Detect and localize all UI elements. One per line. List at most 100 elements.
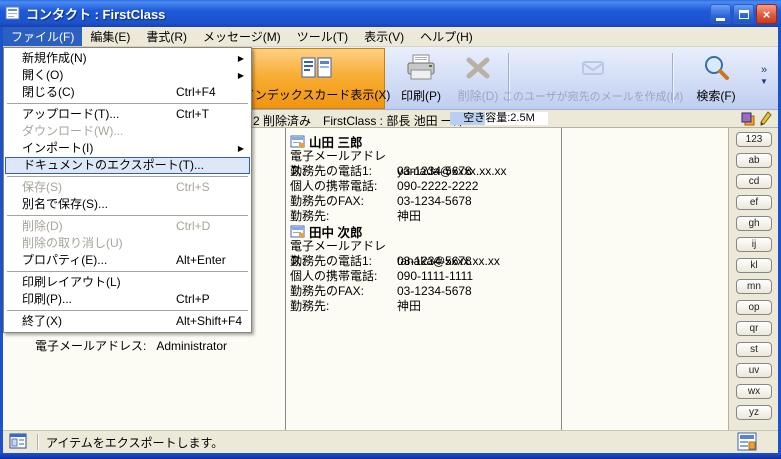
search-icon [702, 48, 730, 87]
field-label: 勤務先の電話1: [290, 164, 397, 179]
index-card-view-button[interactable]: インデックスカード表示(X) [248, 48, 385, 109]
contact-name: 田中 次郎 [309, 222, 362, 241]
menu-view[interactable]: 表示(V) [356, 27, 412, 46]
shortcut-label: Ctrl+P [176, 291, 210, 308]
menu-separator [7, 271, 248, 272]
file-menu-popup: 新規作成(N)▶ 開く(O)▶ 閉じる(C)Ctrl+F4 アップロード(T).… [3, 47, 252, 333]
status-message: アイテムをエクスポートします。 [46, 434, 223, 451]
delete-button: 削除(D) [450, 48, 506, 109]
menu-item-close[interactable]: 閉じる(C)Ctrl+F4 [4, 84, 251, 101]
submenu-arrow-icon: ▶ [238, 50, 244, 67]
index-tab-mn[interactable]: mn [736, 279, 772, 294]
status-bar: アイテムをエクスポートします。 [3, 430, 778, 453]
print-button[interactable]: 印刷(P) [392, 48, 450, 109]
card-view-statusbar-icon[interactable] [736, 431, 758, 455]
field-value: 03-1234-5678 [397, 254, 472, 268]
minimize-button[interactable] [710, 4, 731, 24]
window-title: コンタクト : FirstClass [26, 4, 165, 23]
index-tab-kl[interactable]: kl [736, 258, 772, 273]
index-tab-123[interactable]: 123 [736, 132, 772, 147]
shortcut-label: Alt+Enter [176, 252, 226, 269]
column-divider [285, 128, 286, 430]
toolbar-separator [672, 53, 673, 103]
menu-help[interactable]: ヘルプ(H) [412, 27, 481, 46]
field-value: 神田 [397, 299, 421, 313]
shortcut-label: Ctrl+D [176, 218, 210, 235]
field-value: Administrator [156, 339, 227, 353]
index-tab-strip: 123 ab cd ef gh ij kl mn op qr st uv wx … [728, 128, 778, 430]
deleted-count: 2 削除済み [253, 112, 311, 129]
field-value: 神田 [397, 209, 421, 223]
shortcut-label: Ctrl+S [176, 179, 210, 196]
maximize-icon [739, 10, 749, 19]
field-label: 個人の携帯電話: [290, 179, 397, 194]
contact-card-icon [290, 225, 306, 238]
statusbar-separator [37, 434, 38, 450]
create-mail-icon [580, 48, 606, 88]
menu-message[interactable]: メッセージ(M) [195, 27, 289, 46]
field-label: 勤務先: [290, 299, 397, 314]
field-label: 勤務先のFAX: [290, 284, 397, 299]
index-tab-wx[interactable]: wx [736, 384, 772, 399]
field-label: 勤務先のFAX: [290, 194, 397, 209]
menu-item-upload[interactable]: アップロード(T)...Ctrl+T [4, 106, 251, 123]
index-tab-op[interactable]: op [736, 300, 772, 315]
menu-item-download: ダウンロード(W)... [4, 123, 251, 140]
field-value: 090-2222-2222 [397, 179, 478, 193]
menu-separator [7, 103, 248, 104]
free-space-indicator: 空き容量:2.5M [450, 112, 548, 125]
index-tab-gh[interactable]: gh [736, 216, 772, 231]
window-border [0, 453, 781, 459]
menu-item-import[interactable]: インポート(I)▶ [4, 140, 251, 157]
menu-tools[interactable]: ツール(T) [289, 27, 356, 46]
menu-item-save-as[interactable]: 別名で保存(S)... [4, 196, 251, 213]
menu-separator [7, 215, 248, 216]
close-icon: × [763, 7, 771, 22]
menu-separator [7, 176, 248, 177]
menu-item-print-layout[interactable]: 印刷レイアウト(L) [4, 274, 251, 291]
search-button[interactable]: 検索(F) [675, 48, 757, 109]
shortcut-label: Ctrl+T [176, 106, 209, 123]
index-tab-qr[interactable]: qr [736, 321, 772, 336]
menu-item-properties[interactable]: プロパティ(E)...Alt+Enter [4, 252, 251, 269]
menu-format[interactable]: 書式(R) [138, 27, 195, 46]
menu-item-print[interactable]: 印刷(P)...Ctrl+P [4, 291, 251, 308]
edit-pencil-icon[interactable] [759, 111, 772, 129]
title-bar[interactable]: コンタクト : FirstClass × [0, 0, 781, 27]
delete-x-icon [465, 48, 491, 87]
app-icon [5, 6, 21, 21]
toolbar-overflow-button[interactable]: » ▼ [756, 65, 772, 87]
index-tab-ij[interactable]: ij [736, 237, 772, 252]
index-card-icon [300, 49, 334, 86]
menu-item-new[interactable]: 新規作成(N)▶ [4, 50, 251, 67]
maximize-button[interactable] [733, 4, 754, 24]
printer-icon [405, 48, 437, 87]
menu-separator [7, 310, 248, 311]
index-tab-ef[interactable]: ef [736, 195, 772, 210]
chevron-more-icon: » [756, 65, 772, 76]
menu-item-exit[interactable]: 終了(X)Alt+Shift+F4 [4, 313, 251, 330]
index-tab-uv[interactable]: uv [736, 363, 772, 378]
contact-card[interactable]: 田中 次郎 電子メールアドレス:tanaka@xxxx.xx.xx 勤務先の電話… [290, 223, 562, 314]
field-value: 03-1234-5678 [397, 164, 472, 178]
index-tab-yz[interactable]: yz [736, 405, 772, 420]
menu-item-open[interactable]: 開く(O)▶ [4, 67, 251, 84]
shortcut-label: Alt+Shift+F4 [176, 313, 242, 330]
status-window-icon[interactable] [9, 433, 27, 452]
split-pane-icon[interactable] [741, 112, 755, 129]
menu-edit[interactable]: 編集(E) [82, 27, 138, 46]
connection-info: FirstClass : 部長 池田 一郎 [323, 112, 465, 129]
index-tab-st[interactable]: st [736, 342, 772, 357]
minimize-icon [716, 18, 725, 21]
contact-card[interactable]: 山田 三郎 電子メールアドレス:yamada@xxxx.xx.xx 勤務先の電話… [290, 133, 562, 224]
index-tab-cd[interactable]: cd [736, 174, 772, 189]
menu-file[interactable]: ファイル(F) [3, 27, 82, 46]
menu-item-delete: 削除(D)Ctrl+D [4, 218, 251, 235]
index-tab-ab[interactable]: ab [736, 153, 772, 168]
close-button[interactable]: × [756, 4, 777, 24]
chevron-down-icon: ▼ [756, 76, 772, 87]
menu-item-export-document[interactable]: ドキュメントのエクスポート(T)... [5, 157, 250, 174]
create-mail-button: このユーザが宛先のメールを作成(M) [511, 48, 674, 109]
menu-item-undelete: 削除の取り消し(U) [4, 235, 251, 252]
field-value: 03-1234-5678 [397, 194, 472, 208]
